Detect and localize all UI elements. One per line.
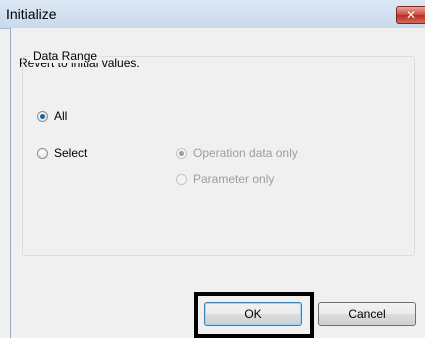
cancel-button[interactable]: Cancel (318, 302, 416, 326)
radio-operation-data-only-indicator (176, 147, 187, 159)
radio-select-indicator (37, 147, 48, 159)
initialize-dialog: Initialize ✕ Revert to initial values. D… (0, 0, 425, 338)
title-bar: Initialize ✕ (0, 0, 425, 29)
window-title: Initialize (6, 6, 57, 22)
radio-all[interactable]: All (37, 109, 67, 123)
data-range-label: Data Range (30, 49, 101, 63)
radio-parameter-only-indicator (176, 173, 187, 185)
radio-select-label: Select (54, 146, 88, 160)
data-range-group: Data Range All Select Operation data onl… (22, 49, 415, 256)
radio-select[interactable]: Select (37, 146, 87, 160)
radio-operation-data-only-label: Operation data only (193, 146, 298, 160)
radio-parameter-only[interactable]: Parameter only (176, 172, 274, 186)
radio-all-label: All (54, 109, 68, 123)
radio-all-indicator (37, 110, 48, 122)
radio-parameter-only-label: Parameter only (193, 172, 275, 186)
close-icon: ✕ (405, 8, 417, 22)
close-button[interactable]: ✕ (396, 6, 425, 24)
radio-operation-data-only[interactable]: Operation data only (176, 146, 298, 160)
ok-button[interactable]: OK (204, 302, 302, 326)
